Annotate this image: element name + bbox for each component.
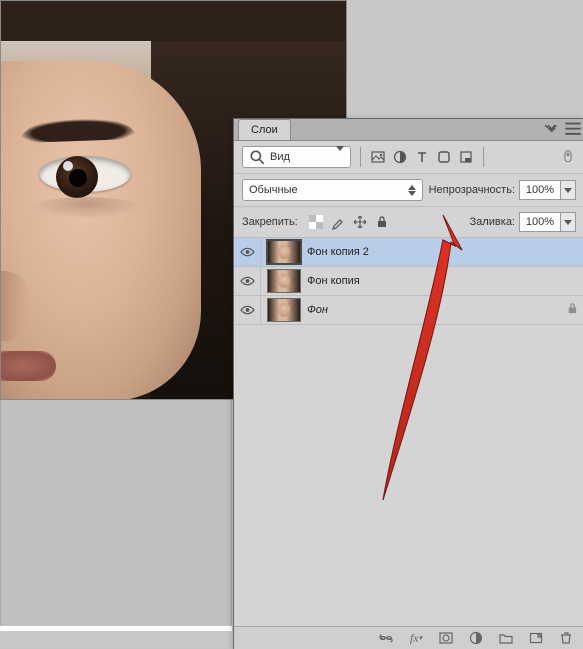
new-layer-icon[interactable] — [528, 630, 544, 646]
lock-icon — [567, 302, 578, 318]
panel-menu-icon[interactable] — [564, 122, 582, 136]
workspace: Слои Вид Об — [0, 0, 583, 648]
layer-thumbnail[interactable] — [267, 269, 301, 293]
lock-transparent-icon[interactable] — [308, 214, 324, 230]
adjustments-icon[interactable] — [392, 149, 408, 165]
filter-kind-label: Вид — [270, 151, 290, 163]
opacity-dropdown-icon[interactable] — [561, 180, 576, 200]
shape-icon[interactable] — [436, 149, 452, 165]
group-icon[interactable] — [498, 630, 514, 646]
tab-layers[interactable]: Слои — [238, 119, 291, 140]
lock-all-icon[interactable] — [374, 214, 390, 230]
smartobject-icon[interactable] — [458, 149, 474, 165]
blend-opacity-row: Обычные Непрозрачность: 100% — [234, 174, 583, 207]
layer-style-icon[interactable]: fx▾ — [408, 630, 424, 646]
layer-list: Фон копия 2 Фон копия Фон — [234, 238, 583, 325]
link-layers-icon[interactable] — [378, 630, 394, 646]
panel-bottom-bar: fx▾ — [234, 626, 583, 649]
layer-mask-icon[interactable] — [438, 630, 454, 646]
layer-row[interactable]: Фон — [234, 296, 583, 325]
filter-toggle-icon[interactable] — [560, 149, 576, 165]
layer-thumbnail[interactable] — [267, 240, 301, 264]
visibility-toggle[interactable] — [234, 267, 261, 295]
lock-fill-row: Закрепить: Заливка: 100% — [234, 207, 583, 238]
adjustment-layer-icon[interactable] — [468, 630, 484, 646]
layer-row[interactable]: Фон копия 2 — [234, 238, 583, 267]
layer-name[interactable]: Фон копия 2 — [307, 246, 369, 258]
delete-layer-icon[interactable] — [558, 630, 574, 646]
blend-mode-value: Обычные — [249, 184, 298, 196]
type-icon[interactable] — [414, 149, 430, 165]
image-icon[interactable] — [370, 149, 386, 165]
lock-position-icon[interactable] — [352, 214, 368, 230]
fill-dropdown-icon[interactable] — [561, 212, 576, 232]
layer-row[interactable]: Фон копия — [234, 267, 583, 296]
layer-thumbnail[interactable] — [267, 298, 301, 322]
canvas-bottom-edge — [0, 626, 232, 631]
visibility-toggle[interactable] — [234, 238, 261, 266]
opacity-input[interactable]: 100% — [519, 180, 561, 200]
fill-label: Заливка: — [470, 216, 515, 228]
panel-collapse-icon[interactable] — [544, 122, 562, 136]
blend-mode-select[interactable]: Обычные — [242, 179, 423, 201]
layer-filter-row: Вид — [234, 141, 583, 174]
filter-kind-select[interactable]: Вид — [242, 146, 351, 168]
visibility-toggle[interactable] — [234, 296, 261, 324]
lock-pixels-icon[interactable] — [330, 214, 346, 230]
opacity-label: Непрозрачность: — [429, 184, 515, 196]
panel-tabbar: Слои — [234, 119, 583, 141]
layer-name[interactable]: Фон — [307, 304, 328, 316]
lock-label: Закрепить: — [242, 216, 298, 228]
fill-input[interactable]: 100% — [519, 212, 561, 232]
layer-name[interactable]: Фон копия — [307, 275, 360, 287]
layers-panel: Слои Вид Об — [233, 118, 583, 649]
